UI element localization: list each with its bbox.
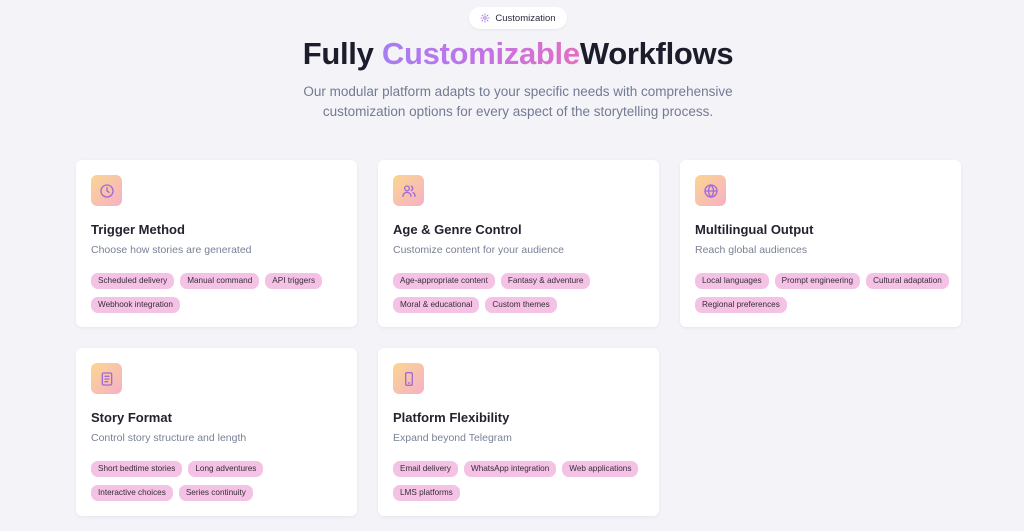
smartphone-icon	[404, 371, 413, 386]
feature-card-trigger-method: Trigger Method Choose how stories are ge…	[76, 160, 357, 327]
feature-card-story-format: Story Format Control story structure and…	[76, 348, 357, 516]
tag: Age-appropriate content	[393, 273, 495, 289]
tag: Web applications	[562, 461, 639, 477]
tag-list: Age-appropriate content Fantasy & advent…	[393, 273, 648, 313]
card-title: Trigger Method	[91, 222, 185, 237]
card-title: Multilingual Output	[695, 222, 814, 237]
card-icon-box	[393, 363, 424, 394]
card-icon-box	[91, 363, 122, 394]
clock-icon	[99, 183, 114, 198]
tag: Webhook integration	[91, 297, 180, 313]
book-icon	[101, 371, 112, 386]
tag-list: Short bedtime stories Long adventures In…	[91, 461, 346, 501]
feature-card-multilingual-output: Multilingual Output Reach global audienc…	[680, 160, 961, 327]
card-description: Expand beyond Telegram	[393, 432, 512, 444]
tag: Cultural adaptation	[866, 273, 949, 289]
tag: Scheduled delivery	[91, 273, 175, 289]
card-icon-box	[91, 175, 122, 206]
tag: Interactive choices	[91, 485, 173, 501]
globe-icon	[703, 183, 718, 198]
card-title: Platform Flexibility	[393, 410, 510, 425]
tag: Prompt engineering	[774, 273, 861, 289]
tag-list: Scheduled delivery Manual command API tr…	[91, 273, 346, 313]
tag: Short bedtime stories	[91, 461, 183, 477]
tag: Email delivery	[393, 461, 458, 477]
tag-list: Email delivery WhatsApp integration Web …	[393, 461, 648, 501]
card-icon-box	[695, 175, 726, 206]
card-description: Customize content for your audience	[393, 244, 565, 256]
tag: Series continuity	[178, 485, 253, 501]
tag: Long adventures	[188, 461, 264, 477]
card-description: Reach global audiences	[695, 244, 808, 256]
page-subtitle: Our modular platform adapts to your spec…	[303, 84, 733, 119]
title-part2: Workflows	[579, 36, 734, 71]
card-description: Control story structure and length	[91, 432, 247, 444]
tag-list: Local languages Prompt engineering Cultu…	[695, 273, 950, 313]
tag: Fantasy & adventure	[500, 273, 591, 289]
tag: Manual command	[180, 273, 260, 289]
title-accent: Customizable	[381, 36, 580, 71]
card-title: Story Format	[91, 410, 172, 425]
tag: WhatsApp integration	[463, 461, 557, 477]
feature-card-age-genre-control: Age & Genre Control Customize content fo…	[378, 160, 659, 327]
title-part1: Fully	[302, 36, 382, 71]
page-title: Fully CustomizableWorkflows	[0, 36, 1024, 72]
users-icon	[401, 184, 416, 197]
badge-label: Customization	[495, 12, 556, 24]
tag: Regional preferences	[695, 297, 787, 313]
tag: Local languages	[695, 273, 769, 289]
feature-card-platform-flexibility: Platform Flexibility Expand beyond Teleg…	[378, 348, 659, 516]
card-icon-box	[393, 175, 424, 206]
gear-icon	[480, 13, 490, 23]
card-description: Choose how stories are generated	[91, 244, 252, 256]
tag: LMS platforms	[393, 485, 460, 501]
tag: API triggers	[265, 273, 323, 289]
section-badge: Customization	[469, 7, 567, 29]
tag: Custom themes	[485, 297, 557, 313]
tag: Moral & educational	[393, 297, 480, 313]
card-title: Age & Genre Control	[393, 222, 522, 237]
